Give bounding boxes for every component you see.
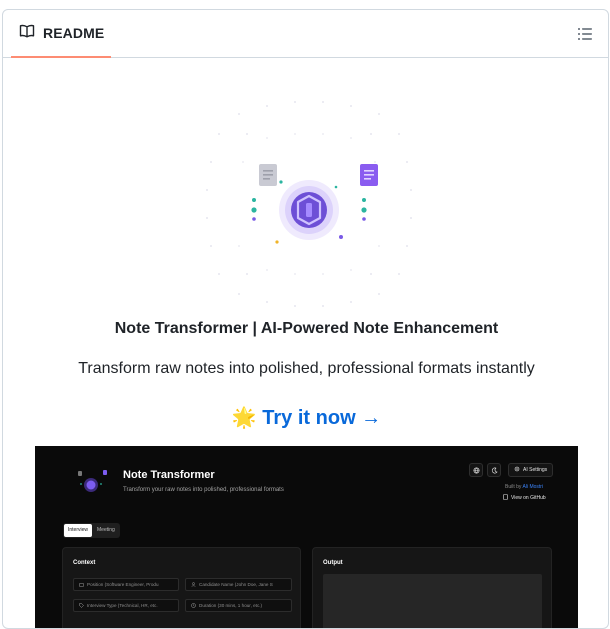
readme-container: README Note Transformer | AI-Powered Not… bbox=[2, 9, 609, 629]
built-by-text: Built by Ali Mostri bbox=[505, 484, 543, 490]
candidate-name-field[interactable]: Candidate Name (John Doe, Jane S bbox=[185, 578, 292, 591]
gear-icon bbox=[514, 466, 520, 474]
ai-settings-button[interactable]: AI Settings bbox=[508, 463, 554, 477]
tab-readme[interactable]: README bbox=[11, 10, 111, 58]
interview-type-field[interactable]: Interview Type (Technical, HR, etc. bbox=[73, 599, 179, 612]
mode-tabs: Interview Meeting bbox=[63, 523, 120, 538]
moon-icon[interactable] bbox=[487, 463, 501, 477]
app-subtitle: Transform your raw notes into polished, … bbox=[123, 487, 284, 493]
tab-interview[interactable]: Interview bbox=[64, 524, 93, 537]
try-it-now-label: Try it now → bbox=[262, 407, 382, 429]
book-icon bbox=[19, 23, 35, 44]
position-field-placeholder: Position (Software Engineer, Produ bbox=[87, 582, 159, 587]
app-screenshot[interactable]: Note Transformer Transform your raw note… bbox=[35, 446, 578, 628]
app-title: Note Transformer bbox=[123, 469, 215, 481]
readme-tagline: Transform raw notes into polished, profe… bbox=[78, 360, 535, 377]
clock-icon bbox=[191, 602, 196, 609]
github-icon bbox=[503, 494, 508, 502]
view-on-github-label: View on GitHub bbox=[511, 495, 546, 501]
tab-meeting[interactable]: Meeting bbox=[93, 524, 119, 537]
context-panel: Context Position (Software Engineer, Pro… bbox=[62, 547, 301, 628]
list-unordered-icon[interactable] bbox=[576, 25, 594, 43]
output-textarea[interactable] bbox=[323, 574, 542, 628]
duration-field-placeholder: Duration (30 mins, 1 hour, etc.) bbox=[199, 603, 263, 608]
hero-illustration bbox=[203, 98, 415, 310]
view-on-github-link[interactable]: View on GitHub bbox=[503, 494, 546, 502]
readme-heading: Note Transformer | AI-Powered Note Enhan… bbox=[114, 320, 499, 337]
readme-header: README bbox=[3, 10, 608, 58]
output-panel: Output bbox=[312, 547, 552, 628]
user-icon bbox=[191, 581, 196, 588]
context-title: Context bbox=[73, 560, 96, 566]
briefcase-icon bbox=[79, 582, 84, 588]
duration-field[interactable]: Duration (30 mins, 1 hour, etc.) bbox=[185, 599, 292, 612]
try-it-now-link[interactable]: 🌟 Try it now → bbox=[3, 405, 608, 430]
star-emoji: 🌟 bbox=[231, 407, 257, 429]
globe-icon[interactable] bbox=[469, 463, 483, 477]
tag-icon bbox=[79, 602, 84, 609]
author-link[interactable]: Ali Mostri bbox=[523, 484, 544, 490]
position-field[interactable]: Position (Software Engineer, Produ bbox=[73, 578, 179, 591]
app-logo-icon bbox=[75, 464, 109, 494]
ai-settings-label: AI Settings bbox=[523, 467, 548, 473]
built-by-label: Built by bbox=[505, 484, 522, 490]
candidate-name-field-placeholder: Candidate Name (John Doe, Jane S bbox=[199, 582, 273, 587]
interview-type-field-placeholder: Interview Type (Technical, HR, etc. bbox=[87, 603, 158, 608]
tab-readme-label: README bbox=[43, 25, 105, 41]
output-title: Output bbox=[323, 560, 343, 566]
